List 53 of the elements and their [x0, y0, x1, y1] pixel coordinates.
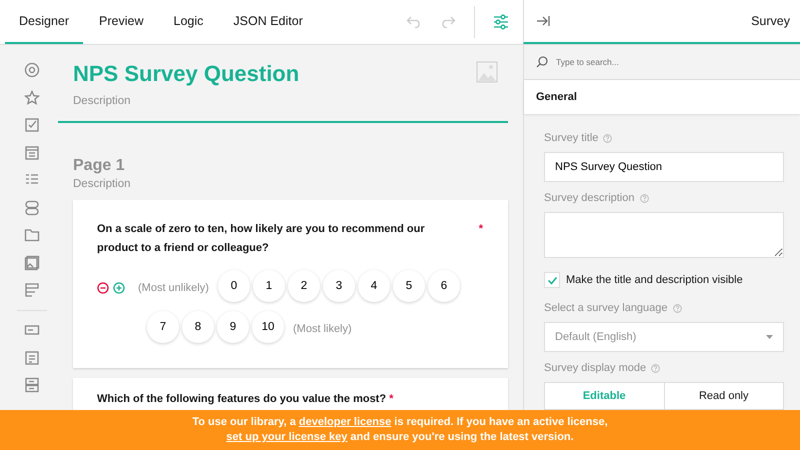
- toggle-icon[interactable]: [24, 200, 40, 216]
- radio-icon[interactable]: [24, 62, 40, 78]
- caret-icon: [766, 335, 773, 339]
- folder-icon[interactable]: [24, 227, 40, 243]
- question-card[interactable]: Which of the following features do you value the most? *: [73, 378, 508, 411]
- multiple-text-icon[interactable]: [24, 377, 40, 393]
- help-icon[interactable]: [603, 134, 612, 142]
- rating-option[interactable]: 5: [392, 270, 425, 302]
- tab[interactable]: JSON Editor: [219, 0, 317, 44]
- section-header[interactable]: General: [524, 80, 800, 114]
- field-label: Survey description: [544, 192, 634, 204]
- rating-option[interactable]: 9: [217, 311, 249, 343]
- license-notice: To use our library, a developer license is required. If you have an active license, set up your license key and ensure you're using the latest version.: [191, 415, 609, 445]
- remove-icon[interactable]: [97, 282, 109, 294]
- checkbox-icon[interactable]: [24, 117, 40, 133]
- collapse-panel-icon[interactable]: [536, 15, 550, 27]
- rating-option[interactable]: 3: [322, 270, 355, 302]
- search-field[interactable]: Type to search...: [554, 56, 788, 68]
- rating-option[interactable]: 10: [252, 311, 284, 343]
- rating-option[interactable]: 4: [358, 270, 390, 302]
- question-card[interactable]: On a scale of zero to ten, how likely are you to recommend our product to a friend or colleague? * (Most unlikely) 0 1 2 3 4 5 6 7 8 9 10 (Most likely): [73, 200, 508, 368]
- question-title: Which of the following features do you value the most?: [97, 392, 386, 407]
- field-label: Survey display mode: [544, 362, 646, 374]
- survey-title-field[interactable]: NPS Survey Question: [544, 152, 784, 182]
- checkbox-label: Make the title and description visible: [566, 274, 743, 286]
- question-title: On a scale of zero to ten, how likely are you to recommend our product to a friend or colleague?: [97, 222, 426, 256]
- tab[interactable]: Logic: [160, 0, 218, 44]
- checkbox[interactable]: [544, 272, 560, 288]
- survey-description-field[interactable]: [544, 212, 784, 258]
- help-icon[interactable]: [651, 364, 660, 372]
- ranking-icon[interactable]: [24, 282, 40, 298]
- comment-icon[interactable]: [24, 350, 40, 366]
- list-icon[interactable]: [24, 144, 40, 160]
- rating-option[interactable]: 8: [182, 311, 214, 343]
- image-icon[interactable]: [24, 254, 40, 270]
- rating-option[interactable]: 2: [288, 270, 320, 302]
- required-mark: *: [389, 392, 394, 407]
- field-label: Select a survey language: [544, 302, 668, 314]
- required-mark: *: [478, 222, 483, 237]
- star-icon[interactable]: [24, 90, 40, 106]
- add-icon[interactable]: [113, 282, 125, 294]
- tab[interactable]: Preview: [85, 0, 158, 44]
- help-icon[interactable]: [640, 194, 648, 202]
- panel-title: Survey: [751, 14, 790, 28]
- help-icon[interactable]: [672, 304, 682, 312]
- rating-option[interactable]: 1: [252, 270, 285, 302]
- check-icon: [546, 274, 558, 286]
- search-icon: [536, 56, 548, 68]
- settings-icon[interactable]: [493, 14, 509, 30]
- rating-option[interactable]: 0: [218, 270, 250, 302]
- rating-option[interactable]: 7: [147, 311, 179, 343]
- field-label: Survey title: [544, 132, 598, 144]
- rating-option[interactable]: 6: [428, 270, 460, 302]
